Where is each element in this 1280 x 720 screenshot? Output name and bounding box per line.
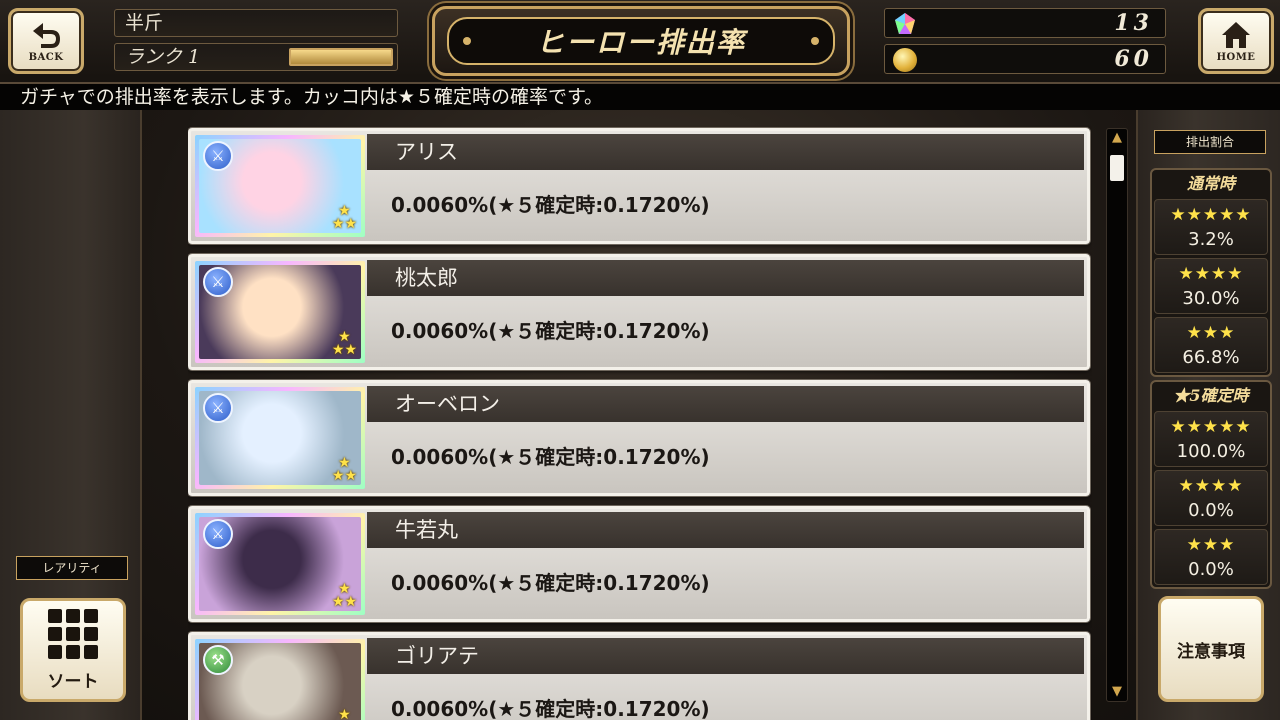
hero-row[interactable]: ⚔ ★ ★★ アリス 0.0060%(★５確定時:0.1720%) — [188, 128, 1090, 244]
rate-stars: ★★★ — [1186, 323, 1236, 343]
hero-row[interactable]: ⚒ ★★★ ゴリアテ 0.0060%(★５確定時:0.1720%) — [188, 632, 1090, 720]
rate-cell: ★★★★★ 100.0% — [1154, 411, 1268, 467]
rate-stars: ★★★★ — [1178, 476, 1244, 496]
rate-stars: ★★★ — [1186, 535, 1236, 555]
rate-percent: 0.0% — [1188, 500, 1234, 521]
title-ornament-right — [811, 37, 819, 45]
axe-icon: ⚒ — [203, 645, 233, 675]
sort-label: ソート — [47, 671, 99, 692]
back-arrow-icon — [33, 22, 60, 48]
hero-portrait: ⚔ ★ ★★ — [195, 387, 365, 489]
rate-stars: ★★★★ — [1178, 264, 1244, 284]
rank-label: ランク 1 — [125, 46, 201, 68]
sword-icon: ⚔ — [203, 519, 233, 549]
hero-rarity-stars: ★★★ — [331, 203, 357, 232]
hero-row[interactable]: ⚔ ★ ★★ 桃太郎 0.0060%(★５確定時:0.1720%) — [188, 254, 1090, 370]
scroll-thumb[interactable] — [1110, 155, 1124, 181]
home-icon — [1222, 21, 1250, 48]
rate-cell: ★★★★ 0.0% — [1154, 470, 1268, 526]
scroll-up-icon[interactable]: ▲ — [1109, 131, 1125, 145]
hero-rate: 0.0060%(★５確定時:0.1720%) — [391, 571, 710, 595]
right-panel: 排出割合 通常時 ★★★★★ 3.2% ★★★★ 30.0% ★★★ 66.8%… — [1136, 110, 1280, 720]
hero-name: オーベロン — [367, 386, 1084, 422]
hero-rate: 0.0060%(★５確定時:0.1720%) — [391, 445, 710, 469]
hero-name: 牛若丸 — [367, 512, 1084, 548]
normal-rate-box: 通常時 ★★★★★ 3.2% ★★★★ 30.0% ★★★ 66.8% — [1150, 168, 1272, 377]
rate-cell: ★★★ 0.0% — [1154, 529, 1268, 585]
player-name: 半斤 — [114, 9, 398, 37]
hero-portrait: ⚒ ★★★ — [195, 639, 365, 720]
sort-button[interactable]: ソート — [20, 598, 126, 702]
hero-rarity-stars: ★★★ — [331, 581, 357, 610]
ratio-label: 排出割合 — [1154, 130, 1266, 154]
rate-stars: ★★★★★ — [1170, 205, 1252, 225]
coin-count: 60 — [1114, 46, 1153, 72]
title-ornament-left — [463, 37, 471, 45]
scrollbar[interactable]: ▲ ▼ — [1106, 128, 1128, 702]
rate-percent: 0.0% — [1188, 559, 1234, 580]
hero-portrait: ⚔ ★ ★★ — [195, 513, 365, 615]
gem-count: 13 — [1114, 10, 1153, 36]
hero-rate: 0.0060%(★５確定時:0.1720%) — [391, 193, 710, 217]
hero-name: 桃太郎 — [367, 260, 1084, 296]
player-rank: ランク 1 — [114, 43, 398, 71]
hero-rate: 0.0060%(★５確定時:0.1720%) — [391, 319, 710, 343]
guaranteed-rate-title: ★5確定時 — [1173, 386, 1249, 405]
page-title: ヒーロー排出率 — [447, 17, 835, 65]
info-text: ガチャでの排出率を表示します。カッコ内は★５確定時の確率です。 — [0, 84, 1280, 110]
grid-icon — [48, 608, 98, 659]
gacha-rate-screen: BACK 半斤 ランク 1 ヒーロー排出率 13 60 HOME ガチャでの排出… — [0, 0, 1280, 720]
rate-cell: ★★★★ 30.0% — [1154, 258, 1268, 314]
home-label: HOME — [1216, 51, 1256, 63]
gem-icon — [895, 13, 915, 34]
hero-rarity-stars: ★★★ — [331, 455, 357, 484]
rate-percent: 30.0% — [1182, 288, 1240, 309]
back-label: BACK — [28, 51, 64, 63]
rank-progress-fill — [291, 50, 391, 64]
rate-cell: ★★★ 66.8% — [1154, 317, 1268, 373]
hero-portrait: ⚔ ★ ★★ — [195, 135, 365, 237]
rate-cell: ★★★★★ 3.2% — [1154, 199, 1268, 255]
guaranteed-rate-box: ★5確定時 ★★★★★ 100.0% ★★★★ 0.0% ★★★ 0.0% — [1150, 380, 1272, 589]
hero-list[interactable]: ⚔ ★ ★★ アリス 0.0060%(★５確定時:0.1720%) ⚔ ★ ★★ 桃太郎 0.00… — [188, 124, 1092, 720]
normal-rate-title: 通常時 — [1186, 174, 1235, 193]
rate-stars: ★★★★★ — [1170, 417, 1252, 437]
top-bar: BACK 半斤 ランク 1 ヒーロー排出率 13 60 HOME — [0, 0, 1280, 84]
hero-rarity-stars: ★★★ — [331, 329, 357, 358]
rate-percent: 3.2% — [1188, 229, 1234, 250]
sword-icon: ⚔ — [203, 267, 233, 297]
hero-name: アリス — [367, 134, 1084, 170]
rate-percent: 66.8% — [1182, 347, 1240, 368]
coin-counter: 60 — [884, 44, 1166, 74]
page-title-text: ヒーロー排出率 — [535, 26, 746, 59]
gem-counter: 13 — [884, 8, 1166, 38]
notice-label: 注意事項 — [1177, 641, 1245, 662]
hero-name: ゴリアテ — [367, 638, 1084, 674]
title-plate: ヒーロー排出率 — [432, 6, 850, 76]
coin-icon — [893, 48, 917, 72]
hero-row[interactable]: ⚔ ★ ★★ オーベロン 0.0060%(★５確定時:0.1720%) — [188, 380, 1090, 496]
hero-portrait: ⚔ ★ ★★ — [195, 261, 365, 363]
back-button[interactable]: BACK — [8, 8, 84, 74]
home-button[interactable]: HOME — [1198, 8, 1274, 74]
hero-rate: 0.0060%(★５確定時:0.1720%) — [391, 697, 710, 720]
rank-progress-bar — [289, 48, 393, 66]
rarity-label: レアリティ — [16, 556, 128, 580]
sword-icon: ⚔ — [203, 141, 233, 171]
notice-button[interactable]: 注意事項 — [1158, 596, 1264, 702]
hero-row[interactable]: ⚔ ★ ★★ 牛若丸 0.0060%(★５確定時:0.1720%) — [188, 506, 1090, 622]
hero-rarity-stars: ★★★ — [338, 707, 351, 720]
rate-percent: 100.0% — [1176, 441, 1246, 462]
sword-icon: ⚔ — [203, 393, 233, 423]
scroll-down-icon[interactable]: ▼ — [1109, 685, 1125, 699]
